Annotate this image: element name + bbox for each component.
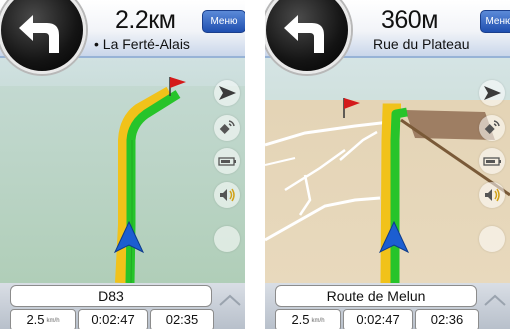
turn-indicator[interactable]: [0, 0, 86, 74]
time-remaining-field[interactable]: 0:02:47: [343, 309, 413, 329]
next-street: • La Ferté-Alais: [94, 36, 190, 52]
speed-value: 2.5: [291, 312, 310, 327]
sound-button[interactable]: [214, 182, 240, 208]
speaker-icon: [220, 188, 235, 202]
eta-field[interactable]: 02:36: [415, 309, 479, 329]
speed-field[interactable]: 2.5 km/h: [275, 309, 341, 329]
current-road-name: D83: [10, 285, 212, 307]
time-remaining-field[interactable]: 0:02:47: [78, 309, 148, 329]
current-road-name: Route de Melun: [275, 285, 477, 307]
speed-value: 2.5: [26, 312, 45, 327]
menu-button[interactable]: Меню: [480, 10, 510, 33]
distance-to-turn: 360м: [381, 6, 438, 34]
navigation-screen-right: 360м Rue du Plateau Меню Route de Melun: [265, 0, 510, 329]
turn-left-icon: [19, 15, 59, 53]
next-street: Rue du Plateau: [373, 36, 470, 52]
gps-button[interactable]: [479, 115, 505, 141]
speaker-icon: [485, 188, 500, 202]
chevron-up-icon[interactable]: [483, 293, 507, 307]
turn-left-icon: [284, 15, 324, 53]
compass-button[interactable]: [479, 80, 505, 106]
bottom-bar: Route de Melun 2.5 km/h 0:02:47 02:36: [265, 283, 510, 329]
chevron-up-icon[interactable]: [218, 293, 242, 307]
bottom-bar: D83 2.5 km/h 0:02:47 02:35: [0, 283, 245, 329]
battery-button[interactable]: [214, 148, 240, 174]
compass-button[interactable]: [214, 80, 240, 106]
blank-button[interactable]: [214, 226, 240, 252]
blank-button[interactable]: [479, 226, 505, 252]
navigation-screen-left: 2.2км • La Ferté-Alais Меню D83 2.5 km/h…: [0, 0, 245, 329]
direction-arrow-icon: [484, 86, 501, 100]
speed-field[interactable]: 2.5 km/h: [10, 309, 76, 329]
sound-button[interactable]: [479, 182, 505, 208]
battery-icon: [218, 157, 236, 166]
speed-unit: km/h: [311, 317, 325, 324]
direction-arrow-icon: [219, 86, 236, 100]
eta-field[interactable]: 02:35: [150, 309, 214, 329]
battery-button[interactable]: [479, 148, 505, 174]
menu-button[interactable]: Меню: [202, 10, 245, 33]
navigation-header: 360м Rue du Plateau Меню: [265, 0, 510, 74]
gps-button[interactable]: [214, 115, 240, 141]
navigation-header: 2.2км • La Ferté-Alais Меню: [0, 0, 245, 74]
distance-to-turn: 2.2км: [115, 6, 176, 34]
turn-indicator[interactable]: [265, 0, 351, 74]
satellite-icon: [219, 120, 235, 134]
satellite-icon: [484, 120, 500, 134]
battery-icon: [483, 157, 501, 166]
speed-unit: km/h: [46, 317, 60, 324]
